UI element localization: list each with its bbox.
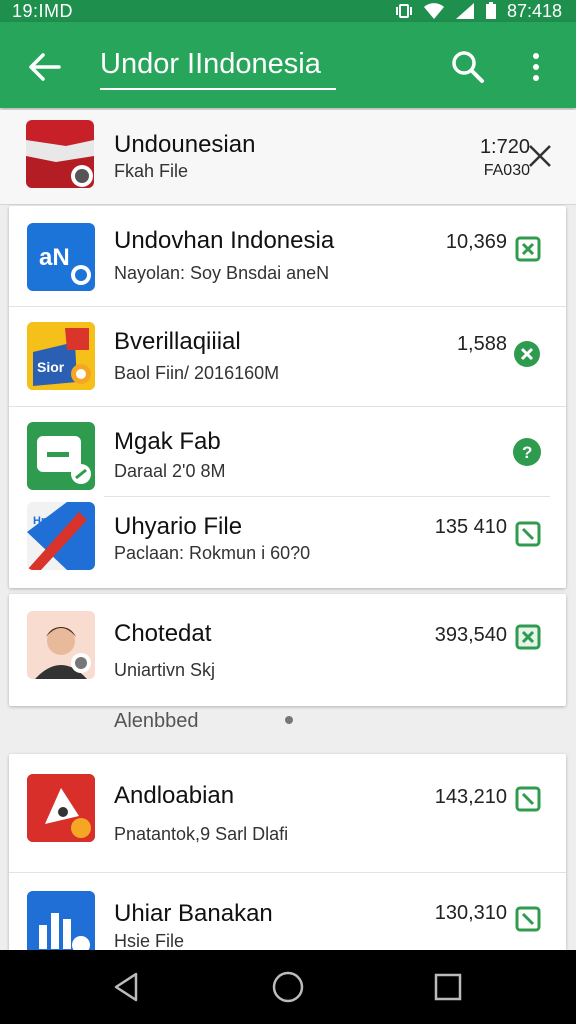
app-green-icon — [27, 422, 95, 490]
status-bar: 19:IMD 87:418 — [0, 0, 576, 22]
item-name: Andloabian — [114, 782, 235, 809]
arrow-left-icon[interactable] — [26, 49, 62, 85]
contact-card: Chotedat Uniartivn Skj 393,540 — [9, 594, 566, 706]
item-sub: Paclaan: Rokmun i 60?0 — [114, 543, 311, 563]
close-icon[interactable] — [527, 143, 553, 169]
status-clock: 87:418 — [506, 0, 562, 21]
list-item[interactable]: Andloabian Pnatantok,9 Sarl Dlafi 143,21… — [9, 754, 566, 872]
app-toolbar: Undor IIndonesia — [0, 22, 576, 108]
item-name: Uhiar Banakan — [114, 900, 273, 927]
pinned-item[interactable]: Undounesian Fkah File 1:720 FA030 — [0, 110, 576, 205]
svg-text:Sior: Sior — [37, 359, 65, 375]
list-item[interactable]: Hpcrz Uhyario File Paclaan: Rokmun i 60?… — [9, 497, 566, 588]
app-chart-icon — [27, 891, 95, 959]
remove-circle-icon[interactable] — [513, 340, 541, 368]
item-count: 393,540 — [434, 624, 507, 646]
recents-square-icon[interactable] — [431, 970, 465, 1004]
item-name: Chotedat — [114, 620, 212, 647]
results-card: aN Undovhan Indonesia Nayolan: Soy Bnsda… — [9, 206, 566, 588]
app-pen-icon: Hpcrz — [27, 502, 95, 570]
search-icon[interactable] — [450, 49, 486, 85]
search-field[interactable]: Undor IIndonesia — [100, 42, 336, 90]
back-triangle-icon[interactable] — [110, 970, 144, 1004]
app-yellow-icon: Sior — [27, 322, 95, 390]
edit-box-icon[interactable] — [515, 521, 541, 547]
item-name: Mgak Fab — [114, 428, 221, 455]
pinned-item-sub: Fkah File — [114, 161, 189, 181]
item-count: 130,310 — [434, 902, 507, 924]
system-nav-bar — [0, 950, 576, 1024]
signal-icon — [455, 3, 474, 19]
item-count: 143,210 — [434, 786, 507, 808]
item-name: Bverillaqiiial — [114, 328, 241, 355]
item-count: 1,588 — [456, 333, 507, 355]
item-sub: Pnatantok,9 Sarl Dlafi — [114, 824, 289, 844]
pinned-item-count: 1:720 — [479, 136, 530, 158]
edit-box-icon[interactable] — [515, 906, 541, 932]
app-red-icon — [27, 774, 95, 842]
help-circle-icon[interactable]: ? — [512, 437, 542, 467]
pinned-item-name: Undounesian — [114, 131, 256, 158]
item-sub: Daraal 2'0 8M — [114, 461, 226, 481]
list-item[interactable]: Uhiar Banakan Hsie File 130,310 — [9, 873, 566, 959]
app-blue-icon: aN — [27, 223, 95, 291]
avatar — [27, 611, 95, 679]
status-icons: 87:418 — [395, 0, 562, 22]
toolbar-title: Undor IIndonesia — [100, 48, 321, 80]
svg-text:?: ? — [522, 443, 532, 462]
title-underline — [100, 88, 336, 90]
edit-box-icon[interactable] — [515, 786, 541, 812]
item-count: 135 410 — [434, 516, 507, 538]
item-sub: Baol Fiin/ 2016160M — [114, 363, 280, 383]
item-sub: Nayolan: Soy Bnsdai aneN — [114, 263, 330, 283]
wifi-icon — [423, 3, 444, 19]
check-box-icon[interactable] — [515, 624, 541, 650]
status-time: 19:IMD — [12, 1, 74, 21]
item-count: 10,369 — [445, 231, 507, 253]
svg-text:Hpcrz: Hpcrz — [33, 515, 64, 527]
svg-text:aN: aN — [39, 244, 70, 271]
home-circle-icon[interactable] — [271, 970, 305, 1004]
item-sub: Uniartivn Skj — [114, 660, 216, 680]
item-name: Uhyario File — [114, 513, 243, 540]
battery-icon — [485, 2, 496, 19]
list-item[interactable]: Mgak Fab Daraal 2'0 8M ? — [9, 407, 566, 496]
vibrate-icon — [395, 4, 412, 18]
more-vert-icon[interactable] — [526, 49, 546, 85]
check-box-icon[interactable] — [515, 236, 541, 262]
list-item[interactable]: Chotedat Uniartivn Skj 393,540 — [9, 594, 566, 706]
pinned-item-count2: FA030 — [483, 162, 530, 179]
section-label: Alenbbed — [114, 710, 199, 732]
list-item[interactable]: aN Undovhan Indonesia Nayolan: Soy Bnsda… — [9, 206, 566, 306]
indonesia-flag-icon — [26, 120, 94, 188]
item-name: Undovhan Indonesia — [114, 227, 335, 254]
section-dot — [285, 716, 293, 724]
more-results-card: Andloabian Pnatantok,9 Sarl Dlafi 143,21… — [9, 754, 566, 959]
list-item[interactable]: Sior Bverillaqiiial Baol Fiin/ 2016160M … — [9, 307, 566, 406]
